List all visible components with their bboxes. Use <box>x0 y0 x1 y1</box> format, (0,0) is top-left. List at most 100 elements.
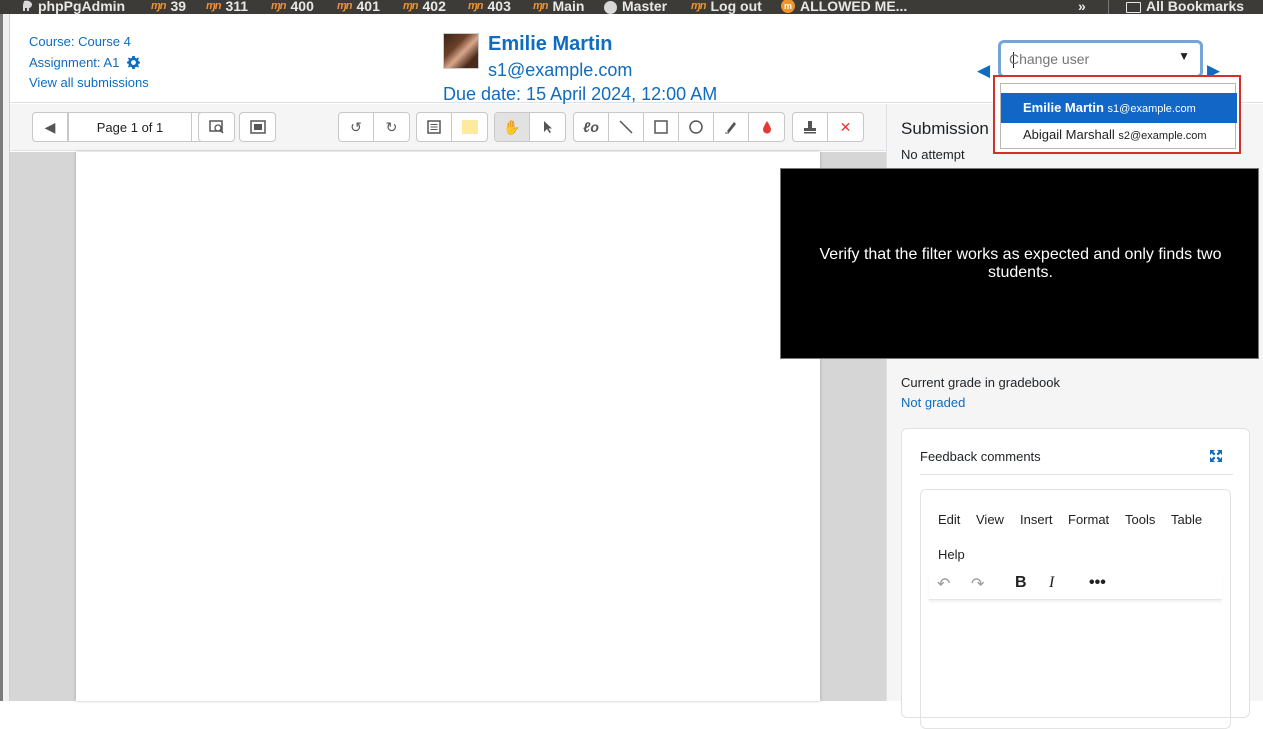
stamp-icon <box>804 121 816 134</box>
select-button[interactable] <box>530 113 565 141</box>
highlighter-icon <box>725 122 736 134</box>
assignment-link-row: Assignment: A1 <box>29 55 140 70</box>
feedback-editor[interactable]: Edit View Insert Format Tools Table Help… <box>920 489 1231 729</box>
bookmark-label: 402 <box>422 0 446 14</box>
instruction-text: Verify that the filter works as expected… <box>819 246 1222 281</box>
menu-table[interactable]: Table <box>1171 512 1202 527</box>
assignment-link[interactable]: Assignment: A1 <box>29 55 119 70</box>
drawing-tools-group: ℓo <box>573 112 785 142</box>
bookmark-label: 311 <box>225 0 249 14</box>
redo-icon[interactable]: ↷ <box>971 574 984 594</box>
user-name[interactable]: Emilie Martin <box>488 33 612 56</box>
editor-toolbar: ↶ ↷ B I ••• <box>929 572 1222 600</box>
moodle-icon: ɱn <box>337 0 352 12</box>
bookmark-403[interactable]: ɱn 403 <box>468 0 511 14</box>
user-option[interactable]: Abigail Marshall s2@example.com <box>1001 120 1237 150</box>
feedback-title: Feedback comments <box>920 449 1041 464</box>
moodle-icon: ɱn <box>691 0 706 12</box>
menu-tools[interactable]: Tools <box>1125 512 1155 527</box>
menu-format[interactable]: Format <box>1068 512 1109 527</box>
rectangle-icon <box>654 120 668 134</box>
option-email: s2@example.com <box>1118 130 1207 142</box>
line-icon <box>619 120 633 134</box>
delete-stamp-button[interactable]: ✕ <box>828 113 863 141</box>
view-all-submissions-link[interactable]: View all submissions <box>29 75 149 90</box>
document-page[interactable] <box>76 152 820 701</box>
change-user-select[interactable]: ▼ <box>998 40 1203 78</box>
undo-icon[interactable]: ↶ <box>937 574 950 594</box>
bookmark-label: Master <box>622 0 668 14</box>
bookmark-label: Main <box>552 0 585 14</box>
close-icon: ✕ <box>839 118 852 135</box>
bookmarks-bar: phpPgAdmin ɱn 39 ɱn 311 ɱn 400 ɱn 401 ɱn… <box>0 0 1263 14</box>
moodle-icon: ɱn <box>468 0 483 12</box>
yellow-swatch-icon <box>461 120 478 134</box>
divider <box>920 474 1233 475</box>
search-comments-group <box>198 112 235 142</box>
menu-view[interactable]: View <box>976 512 1004 527</box>
search-comments-icon <box>208 120 224 134</box>
menu-help[interactable]: Help <box>938 547 965 562</box>
previous-user-button[interactable]: ◀ <box>977 61 990 81</box>
italic-icon[interactable]: I <box>1049 574 1054 592</box>
pen-button[interactable]: ℓo <box>574 113 609 141</box>
more-icon[interactable]: ••• <box>1089 574 1106 592</box>
bookmark-label: 39 <box>170 0 187 14</box>
option-name: Emilie Martin <box>1023 100 1104 115</box>
bookmark-phppgadmin[interactable]: phpPgAdmin <box>22 0 125 14</box>
option-email: s1@example.com <box>1107 103 1196 115</box>
comment-button[interactable] <box>417 113 452 141</box>
bookmark-311[interactable]: ɱn 311 <box>206 0 248 14</box>
highlight-button[interactable] <box>714 113 749 141</box>
bookmark-label: 403 <box>487 0 511 14</box>
cursor-icon <box>543 121 552 133</box>
bold-icon[interactable]: B <box>1015 574 1027 592</box>
moodle-icon: ɱn <box>206 0 221 12</box>
chevron-down-icon[interactable]: ▼ <box>1178 49 1190 63</box>
oval-button[interactable] <box>679 113 714 141</box>
search-comments-button[interactable] <box>199 113 234 141</box>
moodle-icon: ɱn <box>403 0 418 12</box>
rotate-left-button[interactable]: ↺ <box>339 113 374 141</box>
pan-button[interactable]: ✋ <box>495 113 530 141</box>
stamp-button[interactable] <box>793 113 828 141</box>
bookmark-402[interactable]: ɱn 402 <box>403 0 446 14</box>
rectangle-button[interactable] <box>644 113 679 141</box>
expand-icon[interactable] <box>1209 449 1223 463</box>
elephant-icon <box>23 0 32 11</box>
bookmark-allowed[interactable]: m ALLOWED ME... <box>781 0 907 14</box>
moodle-icon: ɱn <box>533 0 548 12</box>
all-bookmarks-button[interactable]: All Bookmarks <box>1126 0 1244 14</box>
bookmark-39[interactable]: ɱn 39 <box>151 0 186 14</box>
bookmark-401[interactable]: ɱn 401 <box>337 0 380 14</box>
feedback-comments-card: Feedback comments Edit View Insert Forma… <box>901 428 1250 729</box>
user-dropdown-highlight: Emilie Martin s1@example.com Abigail Mar… <box>993 75 1241 154</box>
menu-insert[interactable]: Insert <box>1020 512 1053 527</box>
change-user-input[interactable] <box>1009 51 1169 67</box>
menu-edit[interactable]: Edit <box>938 512 960 527</box>
option-name: Abigail Marshall <box>1023 127 1115 142</box>
course-link[interactable]: Course: Course 4 <box>29 34 131 49</box>
bookmark-main[interactable]: ɱn Main <box>533 0 584 14</box>
user-dropdown: Emilie Martin s1@example.com Abigail Mar… <box>1000 83 1237 150</box>
rotate-group: ↺ ↻ <box>338 112 410 142</box>
bookmarks-overflow-button[interactable]: » <box>1078 0 1086 14</box>
bookmark-master[interactable]: Master <box>604 0 667 14</box>
line-button[interactable] <box>609 113 644 141</box>
gear-icon[interactable] <box>126 56 140 69</box>
oval-icon <box>689 120 703 134</box>
bookmark-400[interactable]: ɱn 400 <box>271 0 314 14</box>
bookmark-logout[interactable]: ɱn Log out <box>691 0 762 14</box>
user-option[interactable]: Emilie Martin s1@example.com <box>1001 93 1237 123</box>
page-select[interactable]: Page 1 of 1 <box>68 113 192 141</box>
rotate-right-button[interactable]: ↻ <box>374 113 409 141</box>
annotation-color-button[interactable] <box>749 113 784 141</box>
collapse-panel-button[interactable] <box>240 113 275 141</box>
gradebook-label: Current grade in gradebook <box>901 375 1060 390</box>
gradebook-value-link[interactable]: Not graded <box>901 395 965 410</box>
comment-icon <box>427 120 441 134</box>
moodle-icon: ɱn <box>271 0 286 12</box>
comment-color-button[interactable] <box>452 113 487 141</box>
previous-page-button[interactable]: ◀ <box>33 113 68 141</box>
select-group: ✋ <box>494 112 566 142</box>
